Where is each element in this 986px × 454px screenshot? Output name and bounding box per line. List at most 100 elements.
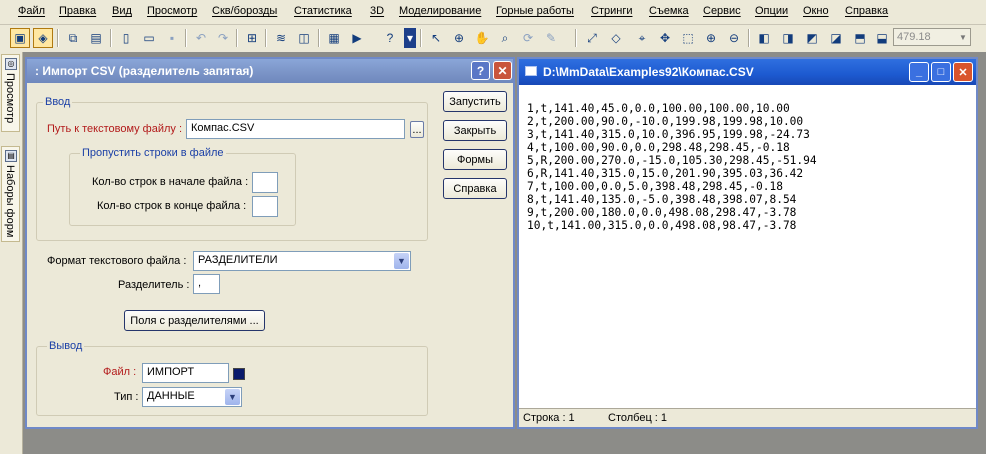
skip-end-input[interactable] <box>252 196 278 217</box>
toggle-icon[interactable]: ◈ <box>33 28 53 48</box>
zoom-combo[interactable]: 479.18 ▼ <box>893 28 971 46</box>
menu-3d[interactable]: 3D <box>370 5 384 17</box>
view-3d-icon[interactable]: ⬒ <box>850 28 870 48</box>
toolbar-separator <box>575 29 577 47</box>
forms-button[interactable]: Формы <box>443 149 507 170</box>
file-label: Файл : <box>103 366 137 378</box>
type-select[interactable]: ДАННЫЕ ▼ <box>142 387 242 407</box>
view-iso-icon[interactable]: ◪ <box>826 28 846 48</box>
menu-service[interactable]: Сервис <box>703 5 741 17</box>
rotate-icon[interactable]: ⟳ <box>518 28 538 48</box>
open-folder-icon[interactable]: ▭ <box>139 28 159 48</box>
toolbar-dropdown-icon[interactable]: ▾ <box>404 28 416 48</box>
delimited-fields-button[interactable]: Поля с разделителями ... <box>124 310 265 331</box>
view-top-icon[interactable]: ◧ <box>754 28 774 48</box>
output-group-legend: Вывод <box>47 340 85 352</box>
csv-content[interactable]: 1,t,141.40,45.0,0.0,100.00,100.00,10.00 2… <box>527 89 817 258</box>
tab-view-label: Просмотр <box>4 73 16 124</box>
chevron-down-icon[interactable]: ▼ <box>956 29 970 45</box>
close-icon[interactable]: ✕ <box>953 62 973 82</box>
stack-icon[interactable]: ▤ <box>86 28 106 48</box>
menu-edit[interactable]: Правка <box>59 5 96 17</box>
path-label: Путь к текстовому файлу : <box>47 123 183 135</box>
context-help-icon[interactable]: ? <box>380 28 400 48</box>
chevron-down-icon[interactable]: ▼ <box>394 253 409 269</box>
new-file-icon[interactable]: ▯ <box>116 28 136 48</box>
toolbar-separator <box>236 29 238 47</box>
help-dialog-button[interactable]: Справка <box>443 178 507 199</box>
menu-modeling[interactable]: Моделирование <box>399 5 481 17</box>
csv-line: 7,t,100.00,0.0,5.0,398.48,298.45,-0.18 <box>527 180 783 193</box>
windows-icon[interactable]: ▣ <box>10 28 30 48</box>
undo-icon[interactable]: ↶ <box>191 28 211 48</box>
menu-view[interactable]: Вид <box>112 5 132 17</box>
toolbar-separator <box>748 29 750 47</box>
measure-icon[interactable]: ◇ <box>606 28 626 48</box>
zoom-value: 479.18 <box>897 31 931 43</box>
view-reset-icon[interactable]: ⬓ <box>872 28 892 48</box>
csv-line: 8,t,141.40,135.0,-5.0,398.48,398.07,8.54 <box>527 193 797 206</box>
skip-start-label: Кол-во строк в начале файла : <box>92 176 249 188</box>
zoom-out-icon[interactable]: ⊖ <box>724 28 744 48</box>
skip-start-input[interactable] <box>252 172 278 193</box>
run-button[interactable]: Запустить <box>443 91 507 112</box>
browse-button[interactable]: ... <box>410 121 424 138</box>
csv-line: 9,t,200.00,180.0,0.0,498.08,298.47,-3.78 <box>527 206 797 219</box>
menu-strings[interactable]: Стринги <box>591 5 632 17</box>
type-value: ДАННЫЕ <box>147 390 195 402</box>
properties-icon[interactable]: ⊞ <box>242 28 262 48</box>
fit-icon[interactable]: ⤢ <box>582 28 602 48</box>
table-icon[interactable]: ▦ <box>324 28 344 48</box>
format-label: Формат текстового файла : <box>47 255 187 267</box>
run-macro-icon[interactable]: ▶ <box>347 28 367 48</box>
format-select[interactable]: РАЗДЕЛИТЕЛИ ▼ <box>193 251 411 271</box>
save-icon[interactable]: ▪ <box>162 28 182 48</box>
zoom-window-icon[interactable]: ⌕ <box>495 28 515 48</box>
help-button[interactable]: ? <box>471 61 490 80</box>
toolbar-separator <box>420 29 422 47</box>
zoom-icon[interactable]: ⊕ <box>449 28 469 48</box>
chevron-down-icon[interactable]: ▼ <box>225 389 240 405</box>
delimiter-input[interactable]: , <box>193 274 220 294</box>
path-input[interactable]: Компас.CSV <box>186 119 405 139</box>
tab-view[interactable]: ◎ Просмотр <box>1 54 20 132</box>
close-button[interactable]: Закрыть <box>443 120 507 141</box>
tab-form-sets[interactable]: ▤ Наборы форм <box>1 146 20 242</box>
dialog-title: : Импорт CSV (разделитель запятая) <box>35 64 254 78</box>
view-side-icon[interactable]: ◩ <box>802 28 822 48</box>
side-panel: ◎ Просмотр ▤ Наборы форм <box>0 52 23 454</box>
menu-options[interactable]: Опции <box>755 5 788 17</box>
menu-help[interactable]: Справка <box>845 5 888 17</box>
color-swatch[interactable] <box>233 368 245 380</box>
cube-icon[interactable]: ◫ <box>294 28 314 48</box>
pointer-icon[interactable]: ↖ <box>426 28 446 48</box>
menu-file[interactable]: Файл <box>18 5 45 17</box>
viewer-titlebar: D:\MmData\Examples92\Компас.CSV _ □ ✕ <box>519 59 976 85</box>
view-front-icon[interactable]: ◨ <box>778 28 798 48</box>
skip-end-label: Кол-во строк в конце файла : <box>97 200 247 212</box>
target-icon[interactable]: ⌖ <box>632 28 652 48</box>
minimize-icon[interactable]: _ <box>909 62 929 82</box>
status-column: Столбец : 1 <box>608 412 668 424</box>
layers-icon[interactable]: ⧉ <box>63 28 83 48</box>
zoom-in-icon[interactable]: ⊕ <box>701 28 721 48</box>
menu-drillholes[interactable]: Скв/борозды <box>212 5 277 17</box>
menu-mining[interactable]: Горные работы <box>496 5 574 17</box>
redo-icon[interactable]: ↷ <box>213 28 233 48</box>
maximize-icon[interactable]: □ <box>931 62 951 82</box>
menu-preview[interactable]: Просмотр <box>147 5 197 17</box>
csv-viewer-window: D:\MmData\Examples92\Компас.CSV _ □ ✕ 1,… <box>517 57 978 429</box>
menu-window[interactable]: Окно <box>803 5 829 17</box>
move-icon[interactable]: ✥ <box>655 28 675 48</box>
close-icon[interactable]: ✕ <box>493 61 512 80</box>
menu-statistics[interactable]: Статистика <box>294 5 352 17</box>
sections-icon[interactable]: ≋ <box>271 28 291 48</box>
menu-survey[interactable]: Съемка <box>649 5 689 17</box>
pan-hand-icon[interactable]: ✋ <box>472 28 492 48</box>
input-group-legend: Ввод <box>43 96 73 108</box>
select-icon[interactable]: ✎ <box>541 28 561 48</box>
type-label: Тип : <box>114 391 139 403</box>
file-input[interactable]: ИМПОРТ <box>142 363 229 383</box>
zoom-box-icon[interactable]: ⬚ <box>678 28 698 48</box>
dialog-titlebar: : Импорт CSV (разделитель запятая) ? ✕ <box>27 59 513 83</box>
